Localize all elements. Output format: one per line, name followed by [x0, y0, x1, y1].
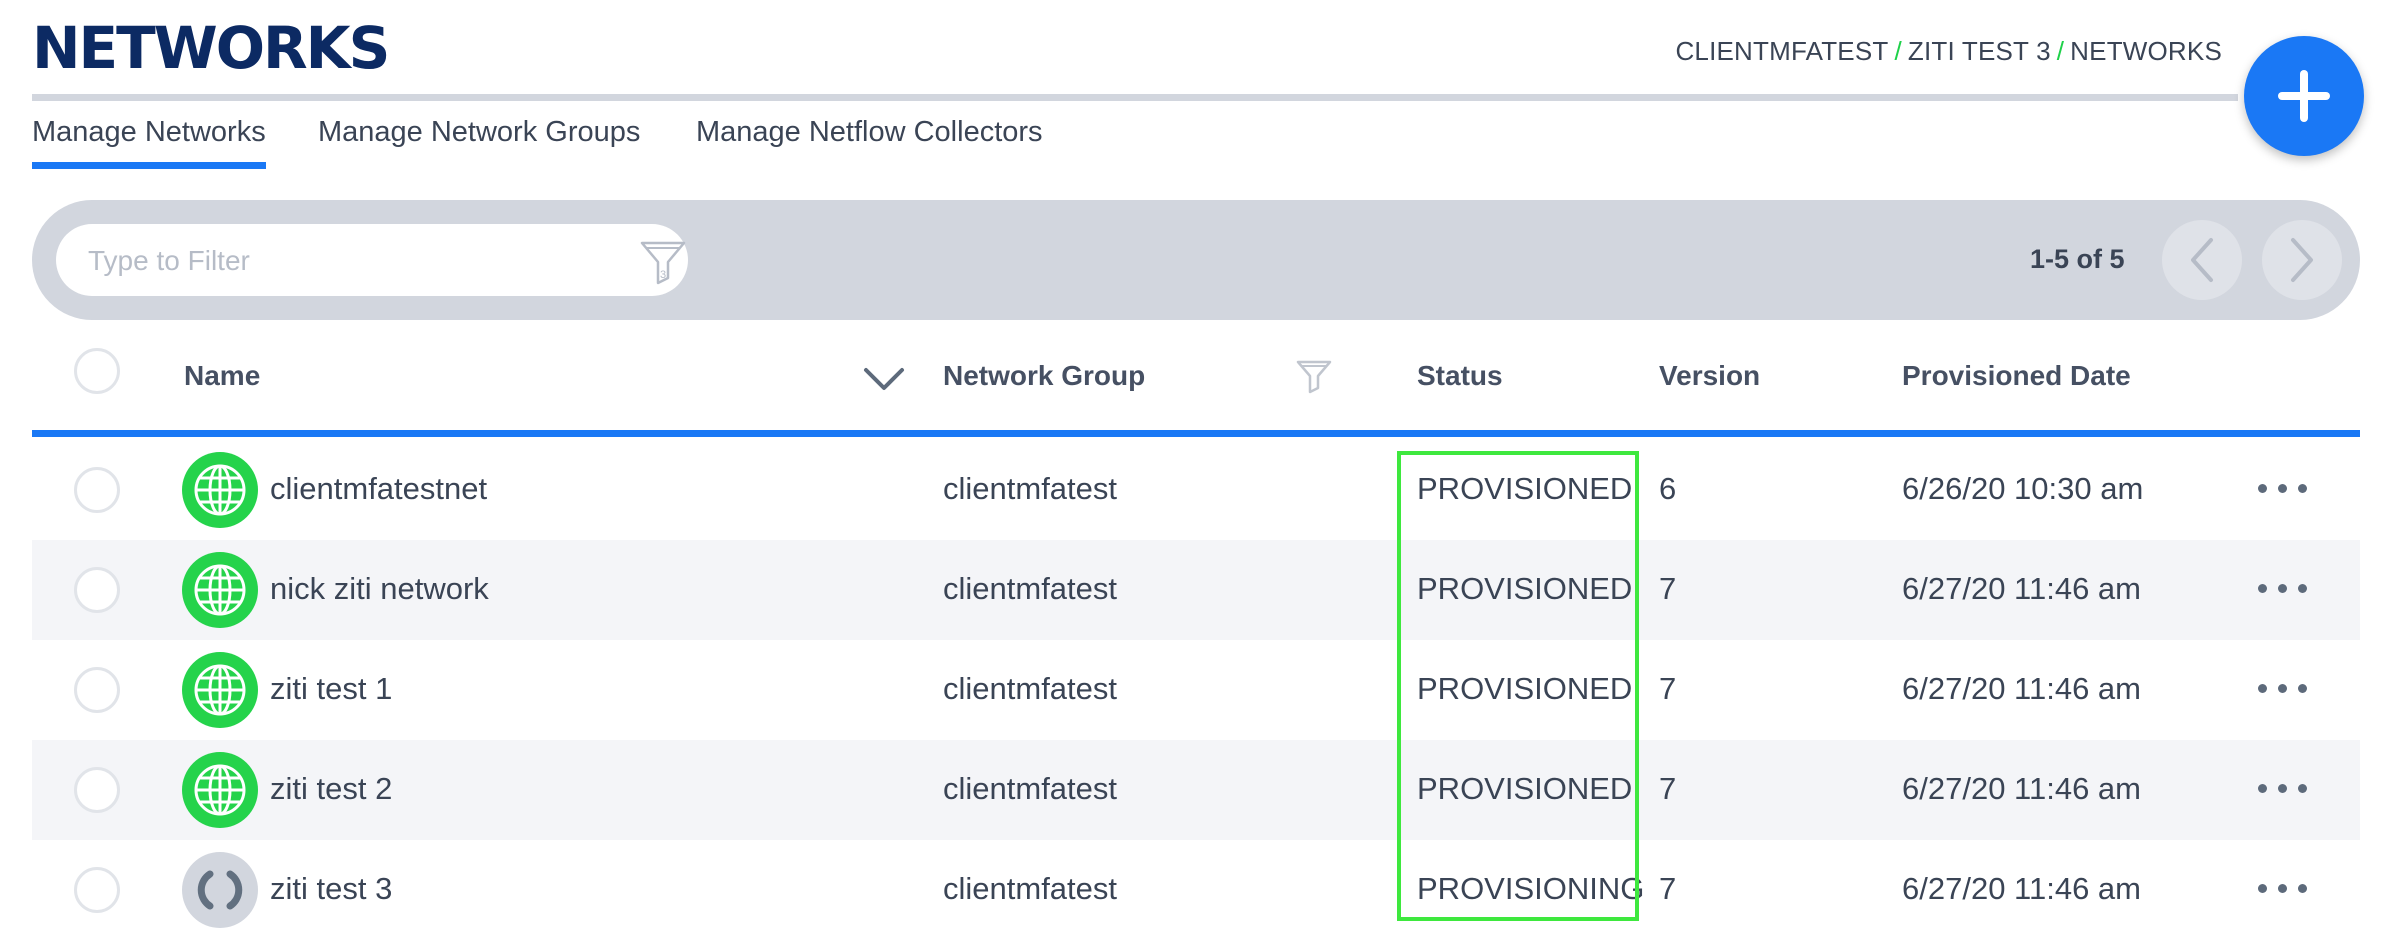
column-header-name[interactable]: Name: [184, 360, 260, 392]
globe-icon: [194, 664, 246, 716]
filter-field: 3: [56, 224, 688, 296]
network-name[interactable]: ziti test 1: [270, 671, 392, 707]
row-actions-menu-icon[interactable]: [2258, 684, 2307, 693]
network-group: clientmfatest: [943, 471, 1118, 506]
row-actions-menu-icon[interactable]: [2258, 484, 2307, 493]
table-row[interactable]: nick ziti network clientmfatest PROVISIO…: [32, 540, 2360, 640]
row-actions-menu-icon[interactable]: [2258, 584, 2307, 593]
breadcrumb: CLIENTMFATEST / ZITI TEST 3/NETWORKS: [1675, 36, 2222, 67]
column-header-status[interactable]: Status: [1417, 360, 1503, 392]
chevron-right-icon: [2291, 238, 2313, 282]
breadcrumb-separator: /: [1894, 36, 1902, 66]
network-version: 7: [1659, 771, 1677, 806]
network-version: 6: [1659, 471, 1677, 506]
row-actions-menu-icon[interactable]: [2258, 884, 2307, 893]
table-row[interactable]: ziti test 2 clientmfatest PROVISIONED 7 …: [32, 740, 2360, 840]
row-checkbox[interactable]: [74, 667, 120, 713]
pagination-count: 1-5 of 5: [2030, 244, 2125, 274]
row-checkbox[interactable]: [74, 467, 120, 513]
network-status-avatar: [182, 752, 258, 828]
network-version: 7: [1659, 571, 1677, 606]
row-checkbox[interactable]: [74, 567, 120, 613]
breadcrumb-separator: /: [2056, 36, 2065, 66]
network-version: 7: [1659, 871, 1677, 906]
provisioned-date: 6/27/20 11:46 am: [1902, 771, 2141, 806]
network-status: PROVISIONING: [1417, 871, 1645, 906]
row-actions-menu-icon[interactable]: [2258, 784, 2307, 793]
table-row[interactable]: ziti test 1 clientmfatest PROVISIONED 7 …: [32, 640, 2360, 740]
breadcrumb-item-ziti-test-3[interactable]: ZITI TEST 3: [1908, 36, 2051, 66]
globe-icon: [194, 764, 246, 816]
tab-manage-netflow-collectors[interactable]: Manage Netflow Collectors: [696, 116, 1043, 149]
row-checkbox[interactable]: [74, 767, 120, 813]
network-status: PROVISIONED: [1417, 671, 1633, 706]
network-version: 7: [1659, 671, 1677, 706]
network-group: clientmfatest: [943, 571, 1118, 606]
network-name[interactable]: ziti test 2: [270, 771, 392, 807]
breadcrumb-item-clientmfatest[interactable]: CLIENTMFATEST: [1675, 36, 1888, 66]
column-header-provisioned-date[interactable]: Provisioned Date: [1902, 360, 2131, 392]
tab-manage-networks[interactable]: Manage Networks: [32, 116, 266, 169]
column-header-network-group[interactable]: Network Group: [943, 360, 1145, 392]
tab-manage-network-groups[interactable]: Manage Network Groups: [318, 116, 640, 149]
sort-chevron-down-icon[interactable]: [862, 364, 906, 394]
filter-input[interactable]: [86, 236, 570, 286]
title-divider: [32, 94, 2238, 101]
network-status: PROVISIONED: [1417, 571, 1633, 606]
plus-icon: [2278, 70, 2330, 122]
network-status-avatar: [182, 552, 258, 628]
provisioned-date: 6/26/20 10:30 am: [1902, 471, 2144, 506]
network-status: PROVISIONED: [1417, 471, 1633, 506]
chevron-left-icon: [2191, 238, 2213, 282]
page-title: NETWORKS: [32, 14, 390, 82]
table-row[interactable]: ziti test 3 clientmfatest PROVISIONING 7…: [32, 840, 2360, 940]
next-page-button[interactable]: [2262, 220, 2342, 300]
filter-funnel-icon[interactable]: 3: [636, 234, 690, 288]
network-group: clientmfatest: [943, 871, 1118, 906]
network-name[interactable]: ziti test 3: [270, 871, 392, 907]
table-row[interactable]: clientmfatestnet clientmfatest PROVISION…: [32, 440, 2360, 540]
svg-text:3: 3: [660, 269, 666, 281]
network-status: PROVISIONED: [1417, 771, 1633, 806]
globe-icon: [194, 464, 246, 516]
network-name[interactable]: nick ziti network: [270, 571, 489, 607]
column-header-version[interactable]: Version: [1659, 360, 1760, 392]
network-status-avatar: [182, 652, 258, 728]
add-network-button[interactable]: [2244, 36, 2364, 156]
provisioned-date: 6/27/20 11:46 am: [1902, 571, 2141, 606]
select-all-checkbox[interactable]: [74, 348, 120, 394]
network-status-avatar: [182, 452, 258, 528]
network-group: clientmfatest: [943, 771, 1118, 806]
network-name[interactable]: clientmfatestnet: [270, 471, 487, 507]
header-divider: [32, 430, 2360, 437]
provisioned-date: 6/27/20 11:46 am: [1902, 671, 2141, 706]
row-checkbox[interactable]: [74, 867, 120, 913]
globe-icon: [194, 564, 246, 616]
column-filter-funnel-icon[interactable]: [1294, 356, 1334, 396]
spinner-icon: [197, 870, 243, 910]
network-group: clientmfatest: [943, 671, 1118, 706]
provisioned-date: 6/27/20 11:46 am: [1902, 871, 2141, 906]
table-header: Name Network Group Status Version Provis…: [32, 330, 2360, 430]
breadcrumb-item-networks: NETWORKS: [2070, 36, 2222, 66]
previous-page-button[interactable]: [2162, 220, 2242, 300]
filter-bar: 3 1-5 of 5: [32, 200, 2360, 320]
network-status-avatar: [182, 852, 258, 928]
